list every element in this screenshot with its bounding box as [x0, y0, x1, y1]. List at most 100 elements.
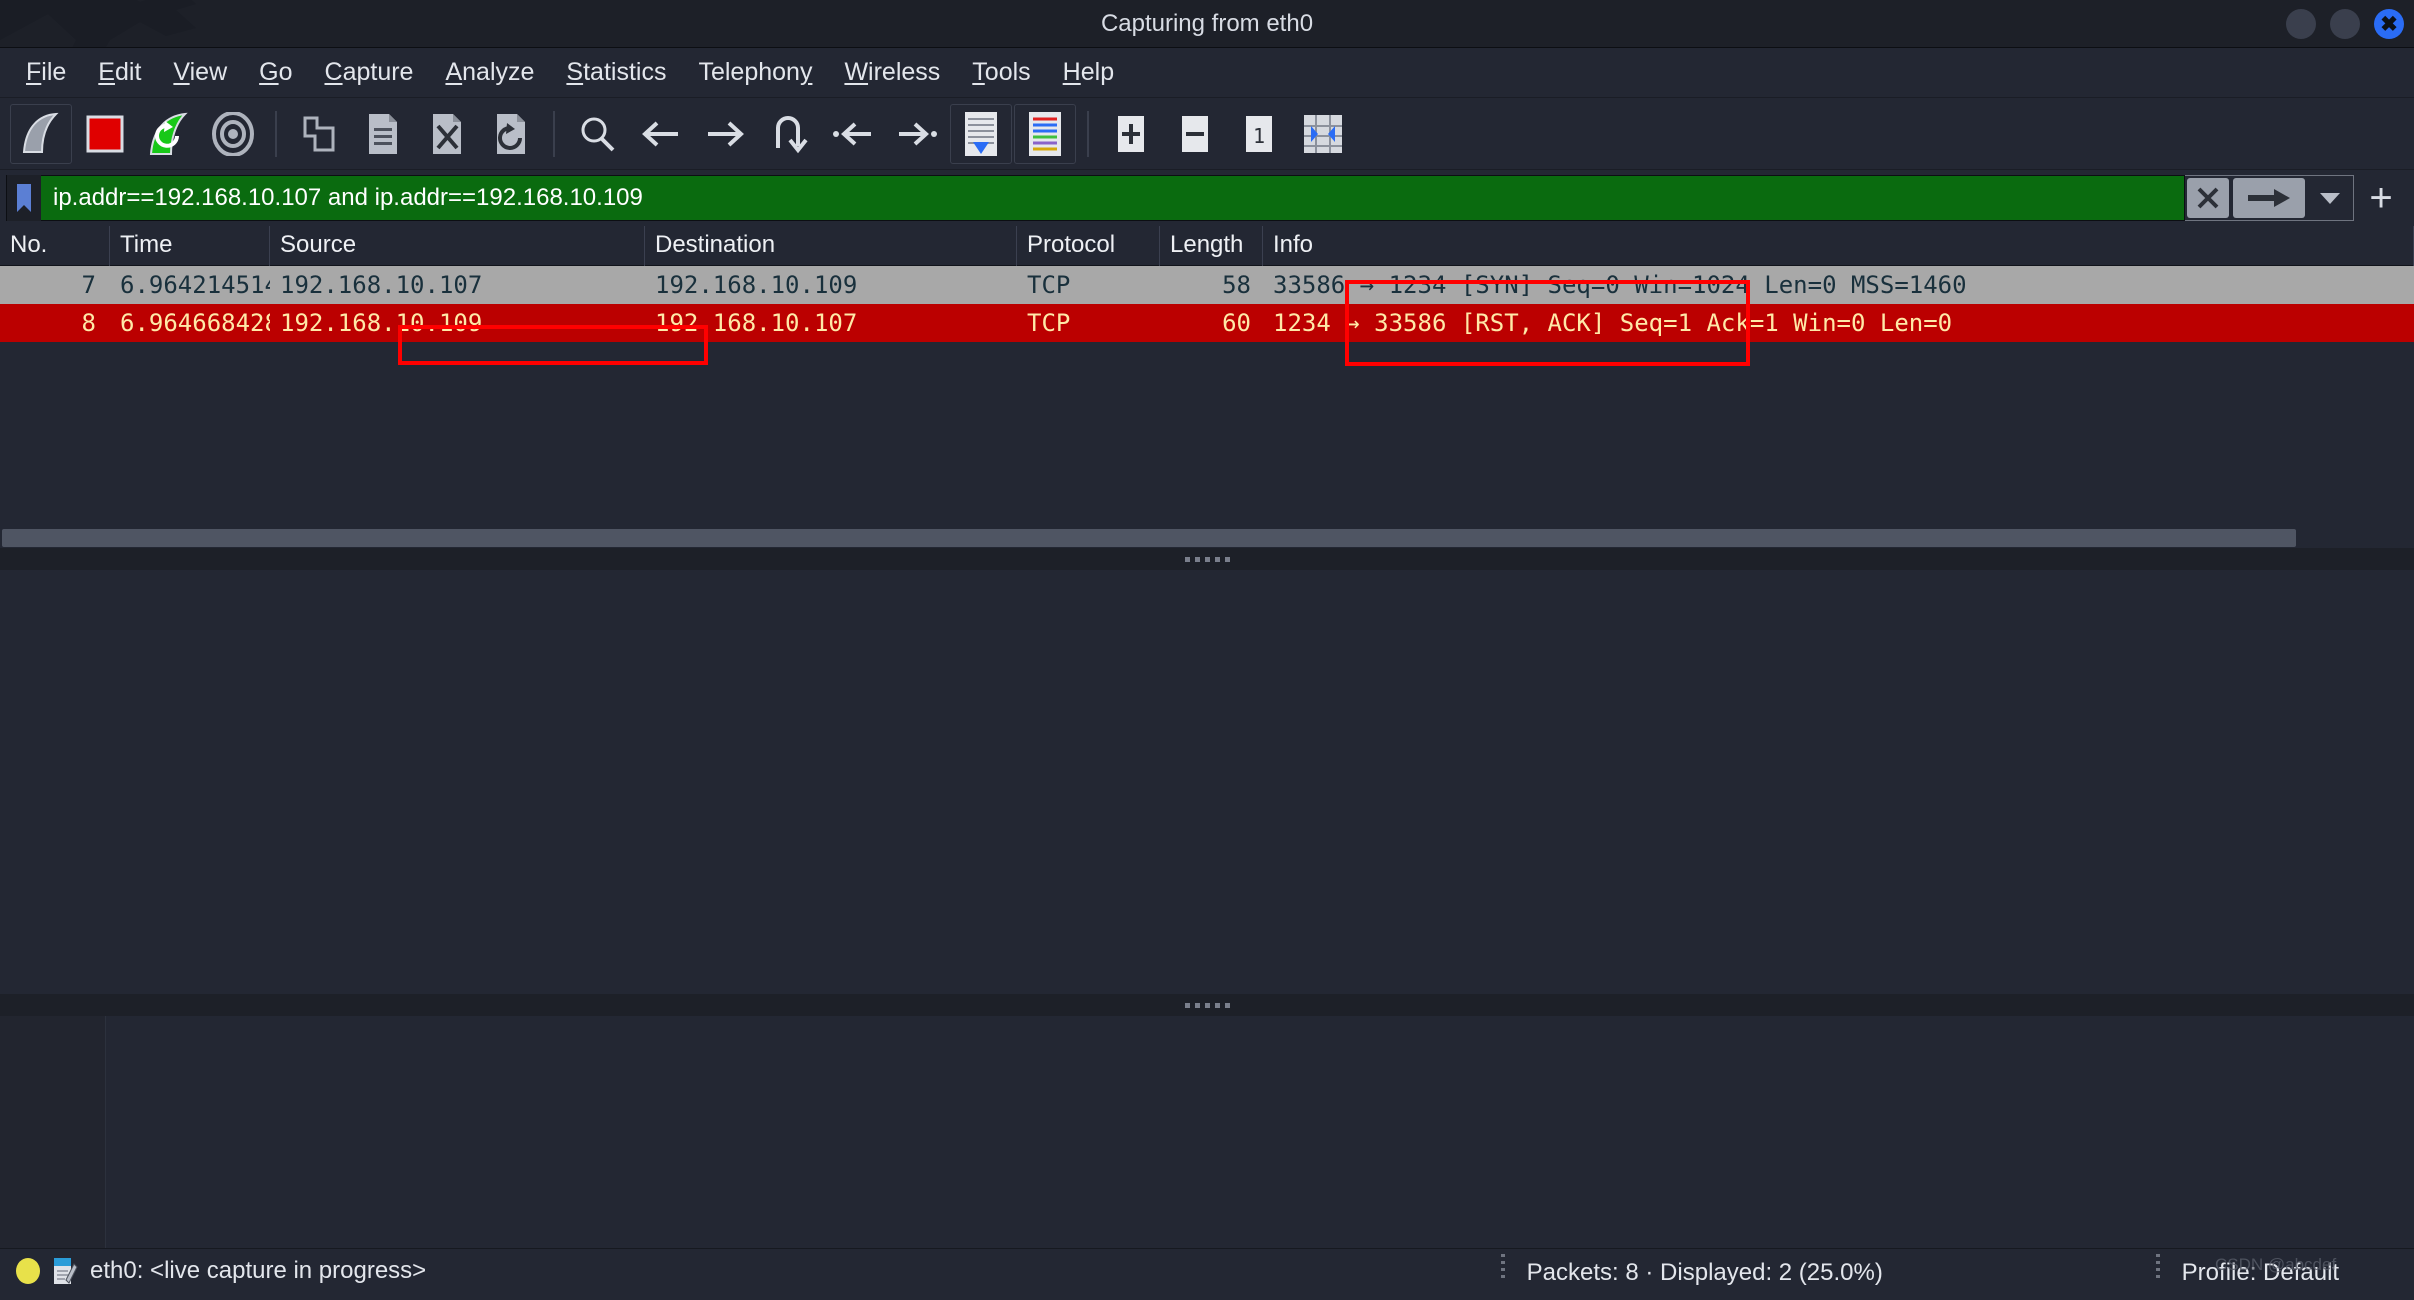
- close-button[interactable]: ✖: [2374, 9, 2404, 39]
- cell-length: 58: [1160, 271, 1263, 299]
- cell-destination: 192.168.10.109: [645, 271, 1017, 299]
- add-filter-button[interactable]: +: [2354, 175, 2408, 221]
- stop-capture-icon[interactable]: [74, 104, 136, 164]
- packet-bytes-pane[interactable]: [0, 1016, 2414, 1248]
- column-header-destination[interactable]: Destination: [645, 226, 1017, 266]
- expert-info-icon[interactable]: [52, 1256, 78, 1286]
- cell-length: 60: [1160, 309, 1263, 337]
- cell-no: 8: [0, 309, 110, 337]
- clear-filter-button[interactable]: [2187, 178, 2229, 218]
- auto-scroll-icon[interactable]: [950, 104, 1012, 164]
- cell-time: 6.964214514: [110, 271, 270, 299]
- zoom-reset-icon[interactable]: 1: [1228, 104, 1290, 164]
- column-header-protocol[interactable]: Protocol: [1017, 226, 1160, 266]
- menu-label-file: ile: [41, 58, 66, 86]
- bookmark-icon[interactable]: [7, 175, 41, 221]
- status-grip: [2155, 1254, 2161, 1280]
- column-header-no[interactable]: No.: [0, 226, 110, 266]
- capture-status-icon[interactable]: [16, 1258, 40, 1284]
- zoom-out-icon[interactable]: [1164, 104, 1226, 164]
- cell-time: 6.964668428: [110, 309, 270, 337]
- packet-list-hscrollbar[interactable]: [0, 528, 2414, 548]
- svg-text:1: 1: [1253, 124, 1265, 148]
- cell-info: 33586 → 1234 [SYN] Seq=0 Win=1024 Len=0 …: [1263, 271, 2414, 299]
- menu-label-wireless: ireless: [868, 58, 940, 86]
- menu-label-view: iew: [190, 58, 228, 86]
- table-row[interactable]: 7 6.964214514 192.168.10.107 192.168.10.…: [0, 266, 2414, 304]
- menu-item-view[interactable]: View: [157, 54, 243, 91]
- bytes-offset-gutter: [0, 1016, 106, 1248]
- toolbar-separator: [275, 111, 277, 157]
- menu-label-go: o: [279, 58, 293, 86]
- colorize-icon[interactable]: [1014, 104, 1076, 164]
- menu-label-statistics: tatistics: [583, 58, 666, 86]
- column-header-info[interactable]: Info: [1263, 226, 2414, 266]
- menu-item-go[interactable]: Go: [243, 54, 308, 91]
- display-filter-value[interactable]: ip.addr==192.168.10.107 and ip.addr==192…: [41, 184, 643, 212]
- menu-item-tools[interactable]: Tools: [956, 54, 1046, 91]
- cell-destination: 192.168.10.107: [645, 309, 1017, 337]
- cell-protocol: TCP: [1017, 309, 1160, 337]
- main-toolbar: 1: [0, 98, 2414, 170]
- cell-info: 1234 → 33586 [RST, ACK] Seq=1 Ack=1 Win=…: [1263, 309, 2414, 337]
- filter-action-group: [2184, 175, 2354, 221]
- zoom-in-icon[interactable]: [1100, 104, 1162, 164]
- toolbar-separator: [1087, 111, 1089, 157]
- go-forward-icon[interactable]: [694, 104, 756, 164]
- window-title: Capturing from eth0: [0, 0, 2414, 48]
- apply-filter-button[interactable]: [2233, 178, 2305, 218]
- cell-no: 7: [0, 271, 110, 299]
- menu-item-edit[interactable]: Edit: [82, 54, 157, 91]
- menu-label-analyze: nalyze: [462, 58, 534, 86]
- menu-label-help: elp: [1081, 58, 1114, 86]
- status-grip: [1500, 1254, 1506, 1280]
- display-filter-input[interactable]: ip.addr==192.168.10.107 and ip.addr==192…: [6, 175, 2185, 221]
- pane-splitter-top[interactable]: [0, 548, 2414, 570]
- go-to-last-packet-icon[interactable]: [886, 104, 948, 164]
- column-header-time[interactable]: Time: [110, 226, 270, 266]
- packet-counts-group: Packets: 8 · Displayed: 2 (25.0%): [1500, 1254, 1883, 1287]
- go-to-first-packet-icon[interactable]: [822, 104, 884, 164]
- packet-detail-pane[interactable]: [0, 570, 2414, 994]
- close-file-icon[interactable]: [416, 104, 478, 164]
- menu-label-telephony: Telephon: [698, 58, 799, 86]
- packet-counts: Packets: 8 · Displayed: 2 (25.0%): [1527, 1259, 1883, 1286]
- menu-bar: File Edit View Go Capture Analyze Statis…: [0, 48, 2414, 98]
- cell-source: 192.168.10.109: [270, 309, 645, 337]
- column-header-source[interactable]: Source: [270, 226, 645, 266]
- menu-label-edit: dit: [115, 58, 141, 86]
- filter-dropdown-button[interactable]: [2309, 178, 2351, 218]
- column-header-length[interactable]: Length: [1160, 226, 1263, 266]
- packet-list-pane: No. Time Source Destination Protocol Len…: [0, 226, 2414, 548]
- go-back-icon[interactable]: [630, 104, 692, 164]
- menu-item-analyze[interactable]: Analyze: [429, 54, 550, 91]
- menu-label-tools: ools: [985, 58, 1031, 86]
- menu-item-file[interactable]: File: [10, 54, 82, 91]
- table-row[interactable]: 8 6.964668428 192.168.10.109 192.168.10.…: [0, 304, 2414, 342]
- minimize-button[interactable]: [2286, 9, 2316, 39]
- save-file-icon[interactable]: [352, 104, 414, 164]
- pane-splitter-bottom[interactable]: [0, 994, 2414, 1016]
- restart-capture-icon[interactable]: [138, 104, 200, 164]
- bytes-hex-area[interactable]: [106, 1016, 2414, 1248]
- go-to-packet-icon[interactable]: [758, 104, 820, 164]
- display-filter-bar: ip.addr==192.168.10.107 and ip.addr==192…: [0, 170, 2414, 226]
- capture-interface-status: eth0: <live capture in progress>: [90, 1257, 426, 1285]
- capture-options-icon[interactable]: [202, 104, 264, 164]
- menu-item-telephony[interactable]: Telephony: [682, 54, 828, 91]
- maximize-button[interactable]: [2330, 9, 2360, 39]
- menu-item-statistics[interactable]: Statistics: [550, 54, 682, 91]
- menu-item-help[interactable]: Help: [1047, 54, 1130, 91]
- reload-file-icon[interactable]: [480, 104, 542, 164]
- open-file-icon[interactable]: [288, 104, 350, 164]
- resize-columns-icon[interactable]: [1292, 104, 1354, 164]
- menu-item-wireless[interactable]: Wireless: [828, 54, 956, 91]
- start-capture-icon[interactable]: [10, 104, 72, 164]
- status-left-group: eth0: <live capture in progress>: [0, 1256, 426, 1286]
- scrollbar-thumb[interactable]: [2, 529, 2296, 547]
- menu-item-capture[interactable]: Capture: [309, 54, 430, 91]
- find-packet-icon[interactable]: [566, 104, 628, 164]
- menu-label-capture: apture: [343, 58, 414, 86]
- packet-list-body[interactable]: 7 6.964214514 192.168.10.107 192.168.10.…: [0, 266, 2414, 528]
- cell-source: 192.168.10.107: [270, 271, 645, 299]
